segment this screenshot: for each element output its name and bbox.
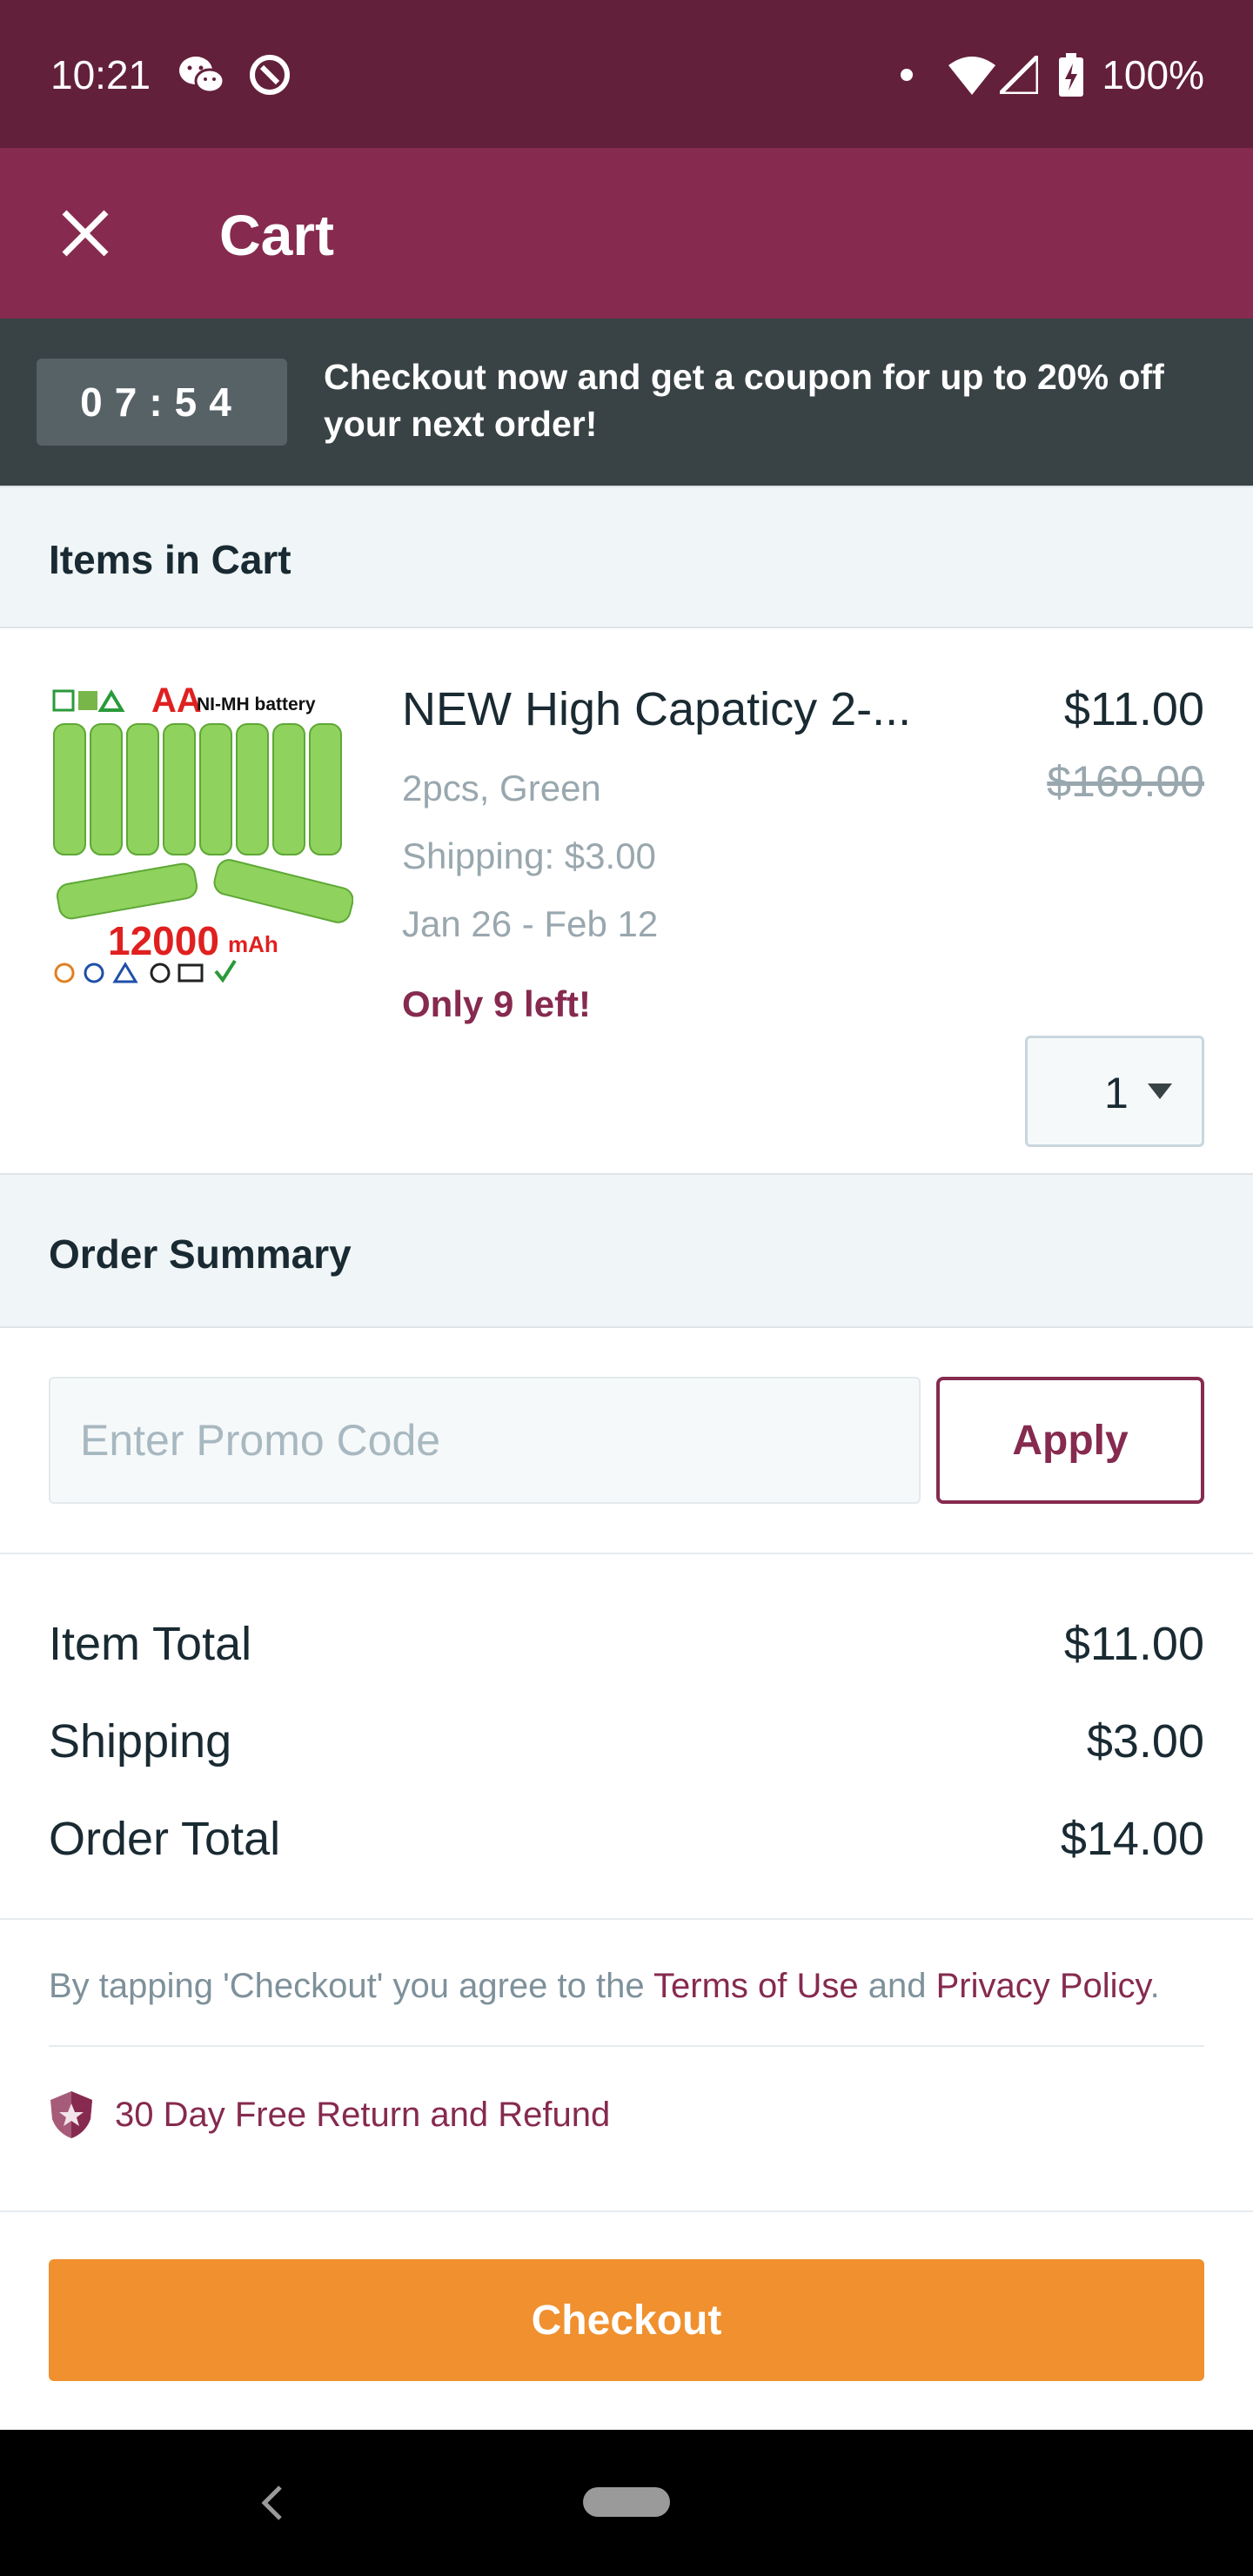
image-aa-text: AA	[151, 681, 202, 720]
battery-percentage: 100%	[1102, 52, 1204, 97]
status-bar: 10:21 100%	[0, 0, 1253, 148]
terms-prefix: By tapping 'Checkout' you agree to the	[49, 1967, 653, 2005]
order-total-label: Order Total	[49, 1813, 281, 1865]
terms-of-use-link[interactable]: Terms of Use	[653, 1967, 859, 2005]
section-title: Items in Cart	[49, 537, 291, 582]
promo-code-input[interactable]	[49, 1377, 921, 1504]
stock-warning: Only 9 left!	[402, 983, 592, 1024]
wifi-icon	[948, 50, 995, 99]
battery-charging-icon	[1056, 50, 1086, 99]
close-button[interactable]	[49, 197, 122, 270]
privacy-policy-link[interactable]: Privacy Policy	[936, 1967, 1150, 2005]
chevron-down-icon	[1148, 1083, 1172, 1099]
terms-middle: and	[858, 1967, 936, 2005]
item-original-price: $169.00	[1047, 757, 1204, 806]
promo-code-row: Apply	[0, 1328, 1253, 1554]
item-variant: 2pcs, Green	[402, 768, 601, 808]
back-chevron-icon	[261, 2485, 282, 2520]
countdown-timer: 07:54	[37, 359, 287, 446]
at-sign-icon	[245, 50, 294, 99]
refund-policy-text: 30 Day Free Return and Refund	[115, 2095, 611, 2134]
image-battery-type-text: NI-MH battery	[197, 694, 316, 714]
item-price: $11.00	[1063, 683, 1204, 735]
checkout-coupon-banner: 07:54 Checkout now and get a coupon for …	[0, 319, 1253, 486]
system-nav-bar	[0, 2430, 1253, 2576]
shipping-label: Shipping	[49, 1715, 232, 1768]
apply-promo-button[interactable]: Apply	[936, 1377, 1204, 1504]
app-header: Cart	[0, 148, 1253, 319]
order-total-value: $14.00	[1060, 1813, 1204, 1865]
dot-icon	[898, 50, 915, 99]
item-total-row: Item Total $11.00	[49, 1613, 1204, 1674]
shield-star-icon	[50, 2091, 92, 2138]
cell-signal-icon	[999, 50, 1039, 99]
order-total-row: Order Total $14.00	[49, 1808, 1204, 1869]
quantity-select[interactable]: 1	[1025, 1036, 1204, 1147]
checkout-footer: Checkout	[0, 2210, 1253, 2430]
section-title: Order Summary	[49, 1231, 352, 1277]
shipping-value: $3.00	[1086, 1715, 1204, 1768]
back-button[interactable]	[252, 2477, 291, 2529]
refund-policy: 30 Day Free Return and Refund	[49, 2083, 610, 2146]
order-summary-header: Order Summary	[0, 1173, 1253, 1328]
page-title: Cart	[219, 203, 335, 267]
terms-notice: By tapping 'Checkout' you agree to the T…	[49, 1962, 1215, 2010]
items-in-cart-header: Items in Cart	[0, 486, 1253, 628]
product-image[interactable]: AA NI-MH battery 12000 mAh	[49, 681, 354, 1004]
quantity-value: 1	[1104, 1069, 1129, 1117]
status-time: 10:21	[50, 52, 151, 97]
divider	[49, 2045, 1204, 2047]
image-capacity-text: 12000	[108, 918, 219, 963]
shipping-row: Shipping $3.00	[49, 1711, 1204, 1772]
wechat-icon	[178, 50, 226, 99]
item-total-value: $11.00	[1063, 1618, 1204, 1670]
item-total-label: Item Total	[49, 1618, 252, 1670]
item-shipping: Shipping: $3.00	[402, 835, 656, 876]
terms-suffix: .	[1149, 1967, 1160, 2005]
item-delivery-window: Jan 26 - Feb 12	[402, 903, 659, 944]
order-totals: Item Total $11.00 Shipping $3.00 Order T…	[0, 1554, 1253, 1920]
close-icon	[62, 210, 109, 257]
coupon-message: Checkout now and get a coupon for up to …	[324, 357, 1164, 444]
cart-item: AA NI-MH battery 12000 mAh NEW High Capa…	[0, 628, 1253, 1173]
home-pill[interactable]	[583, 2487, 670, 2517]
item-name[interactable]: NEW High Capaticy 2-...	[402, 681, 959, 738]
image-unit-text: mAh	[228, 931, 278, 957]
checkout-button[interactable]: Checkout	[49, 2259, 1204, 2381]
